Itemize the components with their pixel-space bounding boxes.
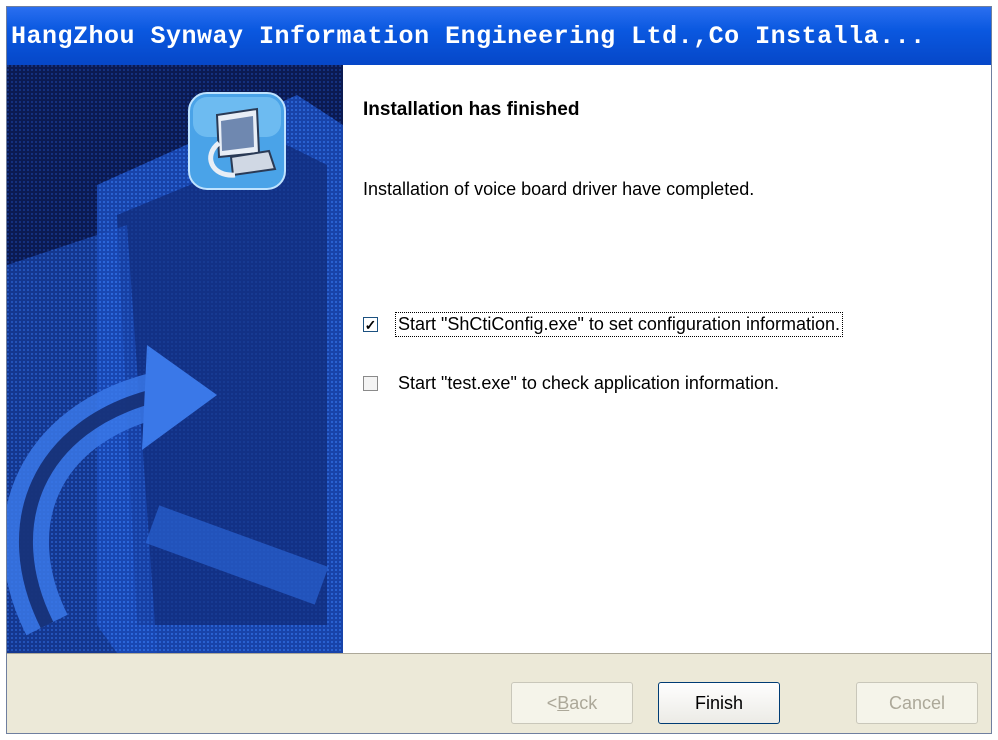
check-mark-icon: ✓	[364, 316, 377, 333]
option-test[interactable]: Start "test.exe" to check application in…	[363, 372, 781, 395]
completion-message: Installation of voice board driver have …	[363, 179, 755, 199]
back-button-prefix: <	[546, 692, 558, 713]
shcticonfig-checkbox[interactable]: ✓	[363, 317, 378, 332]
banner-graphic	[7, 65, 343, 653]
back-button-accesskey: B	[557, 692, 570, 713]
side-banner	[7, 65, 343, 653]
back-button-label: ack	[569, 692, 598, 713]
test-checkbox[interactable]	[363, 376, 378, 391]
shcticonfig-label[interactable]: Start "ShCtiConfig.exe" to set configura…	[394, 312, 844, 337]
content-area: Installation has finished Installation o…	[343, 65, 991, 653]
finish-button[interactable]: Finish	[658, 682, 780, 724]
option-shcticonfig[interactable]: ✓ Start "ShCtiConfig.exe" to set configu…	[363, 312, 844, 337]
installer-window: HangZhou Synway Information Engineering …	[6, 6, 992, 734]
window-title: HangZhou Synway Information Engineering …	[11, 21, 926, 51]
page-title: Installation has finished	[363, 99, 580, 120]
back-button[interactable]: < Back	[511, 682, 633, 724]
button-bar: < Back Finish Cancel	[7, 653, 991, 733]
cancel-button[interactable]: Cancel	[856, 682, 978, 724]
installer-computer-icon	[188, 92, 286, 190]
title-bar[interactable]: HangZhou Synway Information Engineering …	[7, 7, 991, 65]
test-label[interactable]: Start "test.exe" to check application in…	[396, 372, 781, 395]
